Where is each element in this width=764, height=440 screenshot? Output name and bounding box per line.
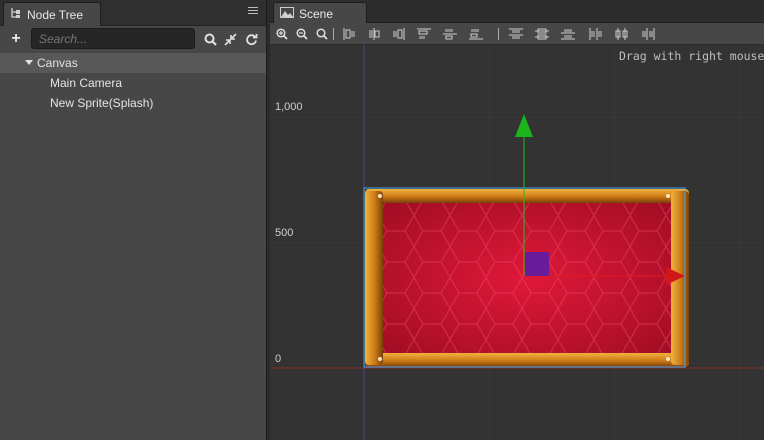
distribute-top-icon[interactable] (508, 26, 524, 42)
node-tree-tabbar: Node Tree (0, 0, 266, 26)
axis-label-1000: 1,000 (275, 101, 303, 113)
frame-bolt (666, 357, 670, 361)
toolbar-separator (333, 28, 334, 40)
frame-bolt (378, 357, 382, 361)
align-top-icon[interactable] (416, 26, 432, 42)
toolbar-separator (498, 28, 499, 40)
editor-window: Node Tree + Canvas Main Camera (0, 0, 764, 440)
axis-label-500: 500 (275, 227, 294, 239)
distribute-left-icon[interactable] (588, 26, 604, 42)
distribute-bottom-icon[interactable] (560, 26, 576, 42)
scene-tabbar: Scene (270, 0, 764, 24)
search-input[interactable] (31, 28, 195, 49)
navigation-hint: Drag with right mouse (619, 49, 764, 63)
tree-item-main-camera[interactable]: Main Camera (0, 73, 266, 93)
zoom-out-icon[interactable] (294, 26, 310, 42)
expand-arrow-icon[interactable] (25, 60, 33, 66)
tab-scene-label: Scene (299, 6, 334, 21)
tab-scene[interactable]: Scene (273, 2, 367, 24)
frame-top (365, 189, 689, 203)
tree-item-label: Main Camera (50, 76, 123, 90)
zoom-in-icon[interactable] (274, 26, 290, 42)
tree-item-label: New Sprite(Splash) (50, 96, 154, 110)
frame-bolt (378, 194, 382, 198)
node-tree-list: Canvas Main Camera New Sprite(Splash) (0, 53, 266, 113)
align-left-icon[interactable] (342, 26, 358, 42)
axis-label-0: 0 (275, 353, 282, 365)
frame-bolt (666, 194, 670, 198)
zoom-reset-icon[interactable] (314, 26, 330, 42)
scene-toolbar (270, 23, 764, 45)
sprite-splash[interactable] (363, 187, 689, 368)
collapse-icon[interactable] (222, 31, 238, 47)
hex-pattern (368, 192, 686, 365)
distribute-h-center-icon[interactable] (614, 26, 630, 42)
scene-icon (280, 6, 294, 21)
scene-panel: Scene Drag with right mouse 1,000 500 0 (270, 0, 764, 440)
panel-menu-icon[interactable] (248, 7, 258, 17)
frame-left (365, 191, 383, 365)
node-tree-toolbar: + (0, 27, 266, 52)
align-v-center-icon[interactable] (442, 26, 458, 42)
tree-item-canvas[interactable]: Canvas (0, 53, 266, 73)
tree-item-new-sprite[interactable]: New Sprite(Splash) (0, 93, 266, 113)
align-right-icon[interactable] (390, 26, 406, 42)
scene-viewport[interactable]: Drag with right mouse 1,000 500 0 (270, 45, 764, 440)
gizmo-center-handle[interactable] (525, 252, 549, 276)
align-bottom-icon[interactable] (468, 26, 484, 42)
add-node-button[interactable]: + (8, 31, 24, 47)
refresh-icon[interactable] (243, 31, 259, 47)
tab-node-tree-label: Node Tree (27, 7, 84, 22)
hierarchy-icon (10, 7, 22, 22)
scene-canvas (270, 45, 764, 440)
align-h-center-icon[interactable] (366, 26, 382, 42)
frame-bottom (365, 353, 689, 367)
distribute-v-center-icon[interactable] (534, 26, 550, 42)
search-icon[interactable] (202, 31, 218, 47)
tab-node-tree[interactable]: Node Tree (3, 2, 101, 26)
node-tree-panel: Node Tree + Canvas Main Camera (0, 0, 266, 440)
distribute-right-icon[interactable] (640, 26, 656, 42)
tree-item-label: Canvas (37, 56, 78, 70)
